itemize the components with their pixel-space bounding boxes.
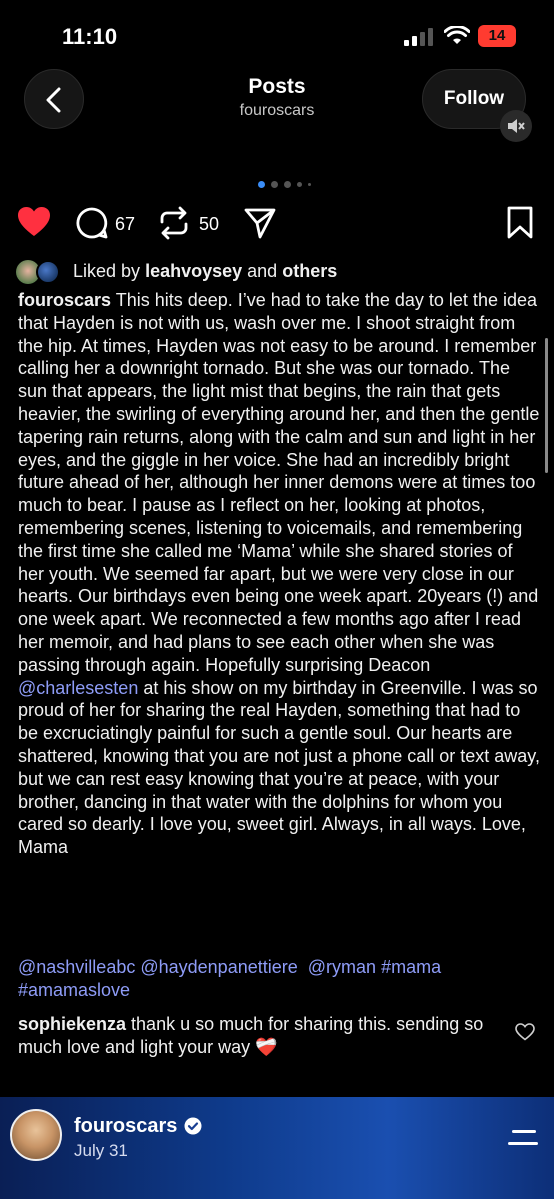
heart-icon[interactable]: [17, 206, 51, 238]
status-bar: 11:10 14: [0, 0, 554, 70]
signal-icon: [404, 28, 433, 46]
carousel-dot: [297, 182, 302, 187]
liked-by-text: Liked by leahvoysey and others: [73, 261, 337, 282]
bookmark-icon[interactable]: [507, 206, 533, 240]
footer-username[interactable]: fouroscars: [74, 1115, 177, 1138]
post-tags: @nashvilleabc @haydenpanettiere @ryman #…: [18, 956, 542, 1002]
liked-by-row[interactable]: Liked by leahvoysey and others: [16, 259, 536, 287]
menu-icon[interactable]: [508, 1129, 538, 1147]
scrollbar[interactable]: [545, 338, 548, 473]
caption-mention[interactable]: @charlesesten: [18, 678, 138, 698]
hashtag-link[interactable]: #mama: [381, 957, 441, 977]
tag-link[interactable]: @nashvilleabc: [18, 957, 135, 977]
hashtag-link[interactable]: #amamaslove: [18, 980, 130, 1000]
liked-by-user[interactable]: leahvoysey: [145, 261, 242, 281]
footer-profile-bar: fouroscars July 31: [0, 1097, 554, 1199]
status-time: 11:10: [62, 24, 118, 49]
carousel-dot: [308, 183, 311, 186]
liked-by-others[interactable]: others: [282, 261, 337, 281]
wifi-icon: [444, 26, 470, 44]
comment-count: 67: [115, 214, 136, 234]
liker-avatar: [36, 260, 60, 284]
avatar[interactable]: [10, 1109, 62, 1161]
tag-link[interactable]: @ryman: [308, 957, 376, 977]
comment-username[interactable]: sophiekenza: [18, 1014, 126, 1034]
battery-indicator: 14: [478, 25, 516, 47]
liked-by-prefix: Liked by: [73, 261, 141, 281]
tag-link[interactable]: @haydenpanettiere: [140, 957, 297, 977]
post-caption: fouroscars This hits deep. I’ve had to t…: [18, 289, 542, 859]
post-date: July 31: [74, 1141, 128, 1160]
caption-text-continued: at his show on my birthday in Greenville…: [18, 677, 540, 858]
carousel-dot-active: [258, 181, 265, 188]
mute-icon: [508, 119, 525, 133]
share-icon[interactable]: [244, 206, 276, 240]
carousel-dot: [271, 181, 278, 188]
comment-icon[interactable]: [75, 206, 109, 240]
repost-icon[interactable]: [158, 206, 190, 240]
comment-item: sophiekenza thank u so much for sharing …: [18, 1013, 488, 1059]
verified-icon: [184, 1117, 202, 1135]
comment-like-heart-icon[interactable]: [515, 1023, 535, 1041]
mute-button[interactable]: [500, 110, 532, 142]
post-actions: 67 50: [0, 202, 554, 246]
header: Posts fouroscars Follow: [0, 66, 554, 146]
liked-by-and: and: [247, 261, 278, 281]
caption-text: This hits deep. I’ve had to take the day…: [18, 290, 540, 675]
caption-username[interactable]: fouroscars: [18, 290, 111, 310]
carousel-dot: [284, 181, 291, 188]
repost-count: 50: [199, 214, 220, 234]
